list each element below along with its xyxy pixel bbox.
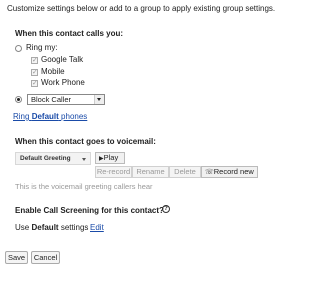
chevron-down-icon: [94, 95, 104, 104]
delete-button[interactable]: Delete: [169, 166, 201, 178]
screening-setting-text: Use Default settings: [15, 223, 89, 232]
screening-heading: Enable Call Screening for this contact?: [15, 206, 164, 215]
ring-default-phones-link[interactable]: Ring Default phones: [13, 112, 87, 121]
call-action-selected: Block Caller: [31, 95, 72, 104]
save-button[interactable]: Save: [5, 251, 28, 264]
mobile-checkbox[interactable]: ✓: [31, 69, 38, 76]
rename-button[interactable]: Rename: [132, 166, 169, 178]
greeting-selected: Default Greeting: [20, 155, 71, 162]
ring-my-radio[interactable]: [15, 45, 22, 52]
google-talk-label: Google Talk: [41, 55, 84, 64]
work-phone-label: Work Phone: [41, 78, 85, 87]
greeting-select[interactable]: Default Greeting: [15, 152, 91, 165]
play-icon: ▶: [99, 156, 104, 162]
play-button[interactable]: ▶Play: [95, 152, 125, 164]
rerecord-button[interactable]: Re-record: [95, 166, 132, 178]
chevron-down-icon: [82, 158, 86, 161]
voicemail-heading: When this contact goes to voicemail:: [15, 137, 156, 146]
screening-edit-link[interactable]: Edit: [90, 223, 104, 232]
calls-heading: When this contact calls you:: [15, 29, 124, 38]
call-action-select[interactable]: Block Caller: [27, 94, 105, 105]
help-icon[interactable]: ?: [162, 205, 170, 213]
ring-my-label: Ring my:: [26, 43, 58, 52]
mobile-label: Mobile: [41, 67, 65, 76]
google-talk-checkbox[interactable]: ✓: [31, 57, 38, 64]
cancel-button[interactable]: Cancel: [31, 251, 60, 264]
voicemail-hint: This is the voicemail greeting callers h…: [15, 182, 153, 191]
work-phone-checkbox[interactable]: ✓: [31, 80, 38, 87]
phone-icon: ☏: [205, 169, 214, 176]
intro-text: Customize settings below or add to a gro…: [7, 4, 276, 13]
record-new-button[interactable]: ☏Record new: [201, 166, 258, 178]
block-caller-radio[interactable]: [15, 96, 22, 103]
